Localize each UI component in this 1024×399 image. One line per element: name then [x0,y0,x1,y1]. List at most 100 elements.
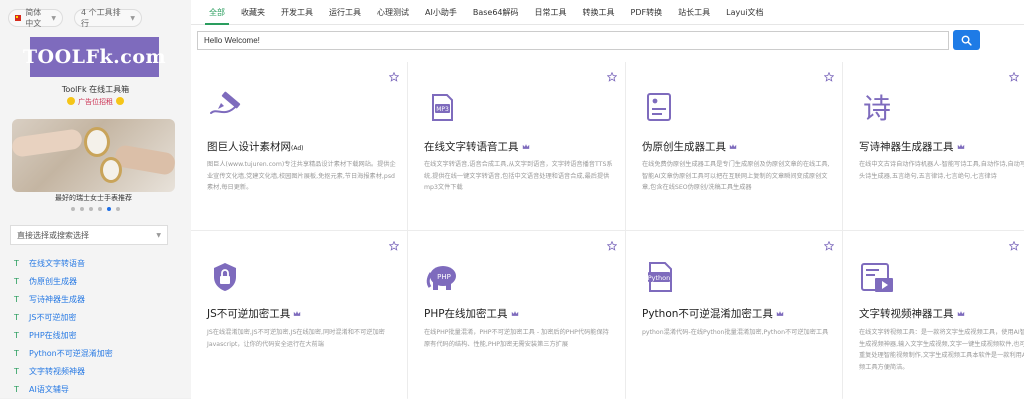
tool-t-icon: T [14,348,19,358]
search-button[interactable] [953,30,980,50]
nav-tab[interactable]: 日常工具 [527,0,575,25]
tool-list-label: 文字转视频神器 [29,366,85,376]
crown-icon [729,141,737,149]
nav-tab[interactable]: Layui文档 [718,0,771,25]
carousel-dots [0,207,191,211]
tool-t-icon: T [14,330,19,340]
nav-tab[interactable]: 全部 [201,0,233,25]
favorite-star-icon[interactable] [606,236,618,251]
ad-slot[interactable]: 广告位招租 [0,97,191,107]
tool-card[interactable]: JS不可逆加密工具 JS在线混淆加密,JS不可逆加密,JS在线加密,同时混淆和不可… [191,231,407,399]
tool-list-label: 伪原创生成器 [29,276,77,286]
php-elephant-icon: PHP [424,259,460,295]
tool-list-label: PHP在线加密 [29,330,77,340]
nav-tab[interactable]: 心理测试 [369,0,417,25]
tool-t-icon: T [14,384,19,394]
site-name: ToolFk 在线工具箱 [61,85,130,94]
favorite-star-icon[interactable] [388,67,400,82]
tool-card[interactable]: PHP PHP在线加密工具在线PHP批量混淆，PHP不可逆加密工具 - 加密后的P… [408,231,625,399]
tool-card[interactable]: 诗写诗神器生成器工具在线中文古诗自动作诗机器人-智能写诗工具,自动作诗,自动写诗… [843,62,1024,230]
carousel-dot[interactable] [89,207,93,211]
favorite-star-icon[interactable] [388,236,400,251]
tool-search-select[interactable]: 直接选择或搜索选择 ▼ [10,225,168,245]
tool-card-desc: 在线文字转语音,语音合成工具,从文字到语音，文字转语音播音TTS系统,提供在线一… [424,161,613,191]
nav-tab[interactable]: 收藏夹 [233,0,273,25]
favorite-star-icon[interactable] [1008,236,1020,251]
tool-list-item[interactable]: T 文字转视频神器 [14,362,113,380]
svg-text:Python: Python [648,274,671,282]
tool-card-desc: 图巨人(www.tujuren.com)专注共享精品设计素材下载网站。提供企业宣… [207,161,396,191]
tool-list-item[interactable]: T 伪原创生成器 [14,272,113,290]
mp3-file-icon: MP3 [424,89,460,125]
tool-card-title: 写诗神器生成器工具 [859,139,965,154]
tool-rank-select[interactable]: 4 个工具排行 ▼ [74,8,142,28]
chevron-down-icon: ▼ [130,14,135,22]
banner-caption: 最好的瑞士女士手表推荐 [55,194,132,202]
tool-list-label: JS不可逆加密 [29,312,77,322]
poem-character-icon: 诗 [859,89,895,125]
tool-card-title: 图巨人设计素材网(Ad) [207,141,304,153]
sidebar: 简体中文 ▼ 4 个工具排行 ▼ TOOLFk.com ToolFk 在线工具箱… [0,0,191,398]
tool-card[interactable]: Python Python不可逆混淆加密工具 python混淆代码-在线Python… [626,231,842,399]
nav-tab[interactable]: Base64解码 [465,0,527,25]
nav-tab[interactable]: 开发工具 [273,0,321,25]
tool-list-label: 写诗神器生成器 [29,294,85,304]
tool-t-icon: T [14,294,19,304]
tool-list-label: AI语文辅导 [29,384,69,394]
nav-tab[interactable]: AI小助手 [417,0,465,25]
tool-list-item[interactable]: T JS不可逆加密 [14,308,113,326]
carousel-dot[interactable] [107,207,111,211]
nav-tab[interactable]: 转换工具 [575,0,623,25]
crown-icon [522,141,530,149]
banner-image[interactable] [12,119,175,192]
nav-tab[interactable]: 运行工具 [321,0,369,25]
crown-icon [511,308,519,316]
tool-card-grid: 图巨人设计素材网(Ad) 图巨人(www.tujuren.com)专注共享精品设计… [191,62,1024,399]
carousel-dot[interactable] [71,207,75,211]
tool-card-desc: python混淆代码-在线Python批量混淆加密,Python不可逆加密工具 [642,329,829,336]
document-image-icon [642,89,678,125]
favorite-star-icon[interactable] [606,67,618,82]
tool-card[interactable]: 图巨人设计素材网(Ad) 图巨人(www.tujuren.com)专注共享精品设计… [191,62,407,230]
tool-list-item[interactable]: T PHP在线加密 [14,326,113,344]
shield-lock-icon [207,259,243,295]
tool-t-icon: T [14,276,19,286]
search-input[interactable] [197,31,949,50]
svg-text:PHP: PHP [437,273,451,281]
tool-card-desc: 在线PHP批量混淆，PHP不可逆加密工具 - 加密后的PHP代码能保持原有代码的… [424,329,609,348]
tool-card-title: 文字转视频神器工具 [859,306,965,321]
main-content: 全部 收藏夹 开发工具 运行工具 心理测试 AI小助手 Base64解码 日常工具 转换工具 PD… [191,0,1024,399]
tool-list: T 在线文字转语音 T 伪原创生成器 T 写诗神器生成器 T JS不可逆加密 T PHP在线加密 T… [14,254,113,398]
video-board-icon [859,259,895,295]
tool-list-item[interactable]: T Python不可逆混淆加密 [14,344,113,362]
pen-brush-icon [207,89,243,125]
site-logo[interactable]: TOOLFk.com [23,37,166,77]
language-select[interactable]: 简体中文 ▼ [8,8,63,28]
favorite-star-icon[interactable] [1008,67,1020,82]
carousel-dot[interactable] [116,207,120,211]
tool-card-title: PHP在线加密工具 [424,306,519,321]
crown-icon [293,308,301,316]
watch-icon [84,127,110,157]
favorite-star-icon[interactable] [823,67,835,82]
china-flag-icon [15,15,22,21]
carousel-dot[interactable] [80,207,84,211]
tool-list-item[interactable]: T 写诗神器生成器 [14,290,113,308]
tool-t-icon: T [14,258,19,268]
tool-card[interactable]: 伪原创生成器工具 在线免费伪原创生成器工具是专门生成原创及伪原创文章的在线工具,智… [626,62,842,230]
tool-list-item[interactable]: T 在线文字转语音 [14,254,113,272]
crown-icon [957,308,965,316]
nav-tab[interactable]: 站长工具 [670,0,718,25]
search-icon [961,35,972,46]
tool-card-title: 在线文字转语音工具 [424,139,530,154]
favorite-star-icon[interactable] [823,236,835,251]
nav-tab[interactable]: PDF转换 [623,0,671,25]
tool-card[interactable]: 文字转视频神器工具在线文字转视频工具：是一款将文字生成视频工具，使用AI智能文字… [843,231,1024,399]
svg-text:诗: 诗 [863,92,891,125]
carousel-dot[interactable] [98,207,102,211]
tool-card[interactable]: MP3 在线文字转语音工具在线文字转语音,语音合成工具,从文字到语音，文字转语音播… [408,62,625,230]
svg-text:MP3: MP3 [436,106,449,113]
tool-list-item[interactable]: T AI语文辅导 [14,380,113,398]
tool-card-desc: 在线免费伪原创生成器工具是专门生成原创及伪原创文章的在线工具,智能AI文章伪原创… [642,161,830,191]
tool-card-title: Python不可逆混淆加密工具 [642,306,784,321]
